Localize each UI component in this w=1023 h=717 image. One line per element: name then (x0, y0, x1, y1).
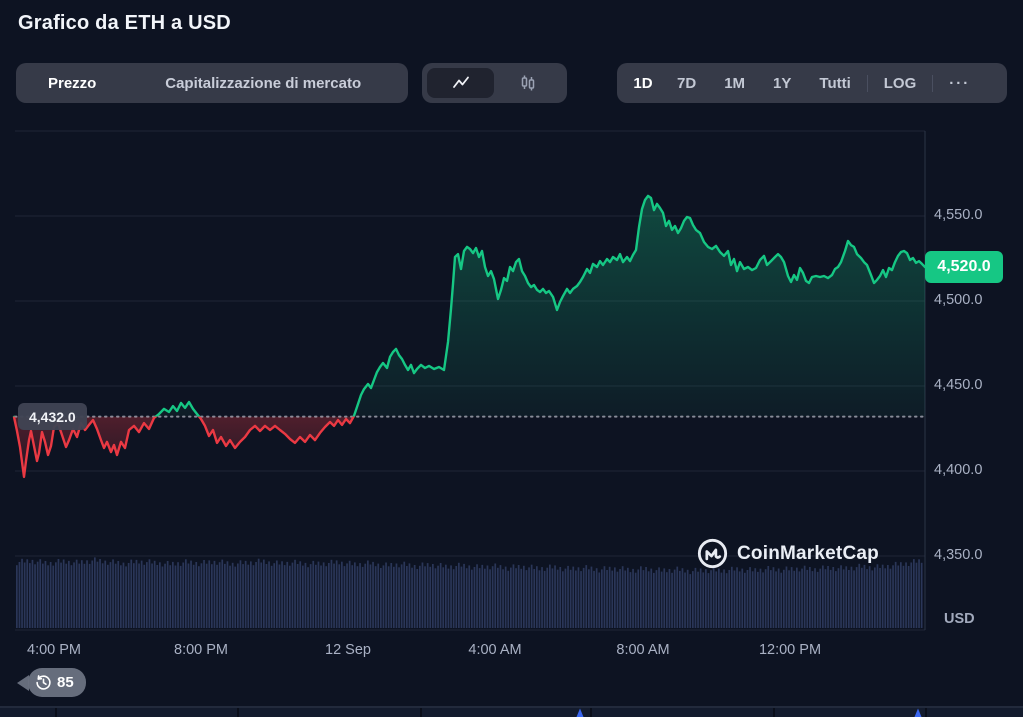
eth-usd-chart-page: { "header": { "title": "Grafico da ETH a… (0, 0, 1023, 717)
current-price-tag: 4,520.0 (925, 251, 1003, 283)
more-options-button[interactable]: ··· (935, 68, 982, 98)
line-chart-button[interactable] (427, 68, 494, 98)
candlestick-button[interactable] (494, 68, 561, 98)
history-count-badge[interactable]: 85 (28, 668, 86, 697)
metric-toggle: Prezzo Capitalizzazione di mercato (16, 63, 408, 103)
chart-type-toggle (422, 63, 567, 103)
current-price-value: 4,520.0 (937, 258, 990, 276)
line-chart-icon (450, 72, 472, 94)
tab-price[interactable]: Prezzo (21, 68, 123, 98)
chart-navigator[interactable] (0, 707, 1023, 717)
range-1d-button[interactable]: 1D (623, 68, 663, 98)
baseline-price-value: 4,432.0 (29, 409, 76, 425)
range-7d-button[interactable]: 7D (663, 68, 710, 98)
log-scale-button[interactable]: LOG (870, 68, 931, 98)
coinmarketcap-logo-icon (697, 538, 728, 569)
range-all-button[interactable]: Tutti (805, 68, 864, 98)
history-clock-icon (35, 674, 52, 691)
price-chart[interactable] (0, 0, 1023, 717)
baseline-price-label: 4,432.0 (18, 403, 87, 430)
area-above-baseline (14, 196, 925, 477)
range-1m-button[interactable]: 1M (710, 68, 759, 98)
watermark-label: CoinMarketCap (737, 543, 879, 565)
range-separator (867, 75, 868, 92)
page-title: Grafico da ETH a USD (18, 12, 231, 35)
candlestick-icon (517, 72, 539, 94)
range-1y-button[interactable]: 1Y (759, 68, 805, 98)
tab-market-cap[interactable]: Capitalizzazione di mercato (123, 75, 403, 92)
range-toggle: 1D 7D 1M 1Y Tutti LOG ··· (617, 63, 1007, 103)
range-separator (932, 75, 933, 92)
watermark: CoinMarketCap (697, 538, 879, 569)
history-count-value: 85 (57, 674, 74, 691)
